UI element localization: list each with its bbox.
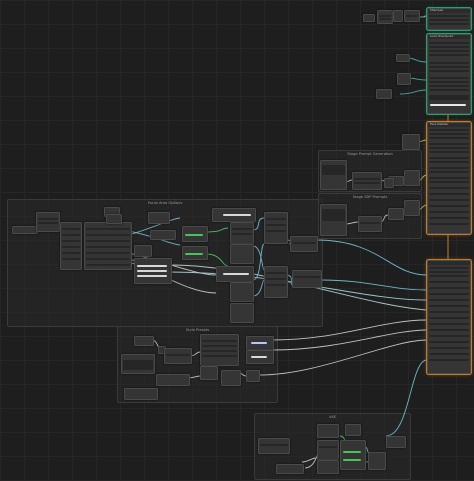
node-graph-canvas[interactable]: Facial Area Options Stage Prompt Generat…	[0, 0, 474, 481]
node-title: Face Detailer	[428, 123, 470, 127]
node-face-detailer-top[interactable]: Face Detailer	[427, 122, 471, 234]
node-cfg[interactable]	[393, 10, 403, 22]
node-style-d[interactable]	[156, 374, 190, 386]
node-style-selector[interactable]	[200, 334, 239, 366]
node-output-b[interactable]	[292, 270, 322, 288]
node-vae-a[interactable]	[317, 424, 339, 438]
node-vae-green[interactable]	[340, 440, 366, 470]
node-lora-3[interactable]	[376, 89, 392, 99]
node-combine-a[interactable]	[264, 212, 288, 244]
node-lora-2[interactable]	[397, 73, 411, 85]
node-style-h[interactable]	[124, 388, 158, 400]
node-merge-mask[interactable]	[134, 258, 172, 284]
node-load-checkpoint[interactable]: Load Checkpoint	[427, 34, 471, 114]
node-steps[interactable]	[363, 14, 375, 22]
node-style-g[interactable]	[246, 370, 260, 382]
node-lora-1[interactable]	[396, 54, 410, 62]
node-style-preview-a[interactable]	[246, 336, 274, 350]
node-denoise[interactable]	[404, 10, 420, 22]
node-input-a[interactable]	[402, 134, 420, 150]
node-combine-b[interactable]	[264, 266, 288, 298]
node-style-combine[interactable]	[164, 348, 192, 364]
node-input-d[interactable]	[404, 200, 420, 216]
node-vae-text[interactable]	[258, 438, 290, 454]
node-bbox-detector[interactable]	[36, 212, 60, 232]
node-vae-f[interactable]	[386, 436, 406, 448]
node-stage-out[interactable]	[384, 178, 394, 188]
node-title	[428, 261, 470, 265]
node-output-a[interactable]	[290, 236, 318, 252]
node-image-input[interactable]	[12, 226, 38, 234]
node-mask-c[interactable]	[230, 282, 254, 302]
node-stage-text[interactable]	[320, 160, 347, 190]
node-title: Load Checkpoint	[428, 35, 470, 39]
node-vae-d[interactable]	[345, 424, 361, 436]
node-slider-top[interactable]	[212, 208, 256, 222]
node-small-c[interactable]	[134, 245, 152, 257]
node-ksampler[interactable]: KSampler	[427, 8, 471, 30]
node-face-detailer-bottom[interactable]	[427, 260, 471, 374]
node-vae-small[interactable]	[276, 464, 304, 474]
node-small-b[interactable]	[106, 214, 122, 224]
node-sdp-text[interactable]	[320, 204, 347, 236]
node-mask-d[interactable]	[230, 303, 254, 323]
node-switch[interactable]	[84, 222, 132, 270]
node-title: KSampler	[428, 9, 470, 13]
node-input-b[interactable]	[404, 170, 420, 186]
node-style-preview-b[interactable]	[246, 350, 274, 364]
node-style-b[interactable]	[121, 354, 155, 374]
node-style-a[interactable]	[134, 336, 154, 346]
node-detector-c[interactable]	[150, 230, 176, 240]
node-provider-list[interactable]	[60, 222, 82, 270]
node-green-b[interactable]	[182, 246, 208, 260]
node-sdp-combine[interactable]	[358, 216, 382, 232]
node-green-a[interactable]	[182, 226, 208, 242]
node-stage-combine[interactable]	[352, 172, 382, 190]
node-vae-b[interactable]	[317, 440, 339, 460]
node-vae-c[interactable]	[317, 460, 339, 474]
node-vae-e[interactable]	[368, 452, 386, 470]
node-seed[interactable]	[377, 10, 393, 24]
node-style-e[interactable]	[200, 366, 218, 380]
node-input-e[interactable]	[388, 208, 404, 220]
node-mask-a[interactable]	[230, 222, 254, 244]
node-detector-b[interactable]	[148, 212, 170, 224]
node-style-f[interactable]	[221, 370, 241, 386]
node-mask-b[interactable]	[230, 244, 254, 264]
node-slider-mid[interactable]	[216, 266, 254, 282]
